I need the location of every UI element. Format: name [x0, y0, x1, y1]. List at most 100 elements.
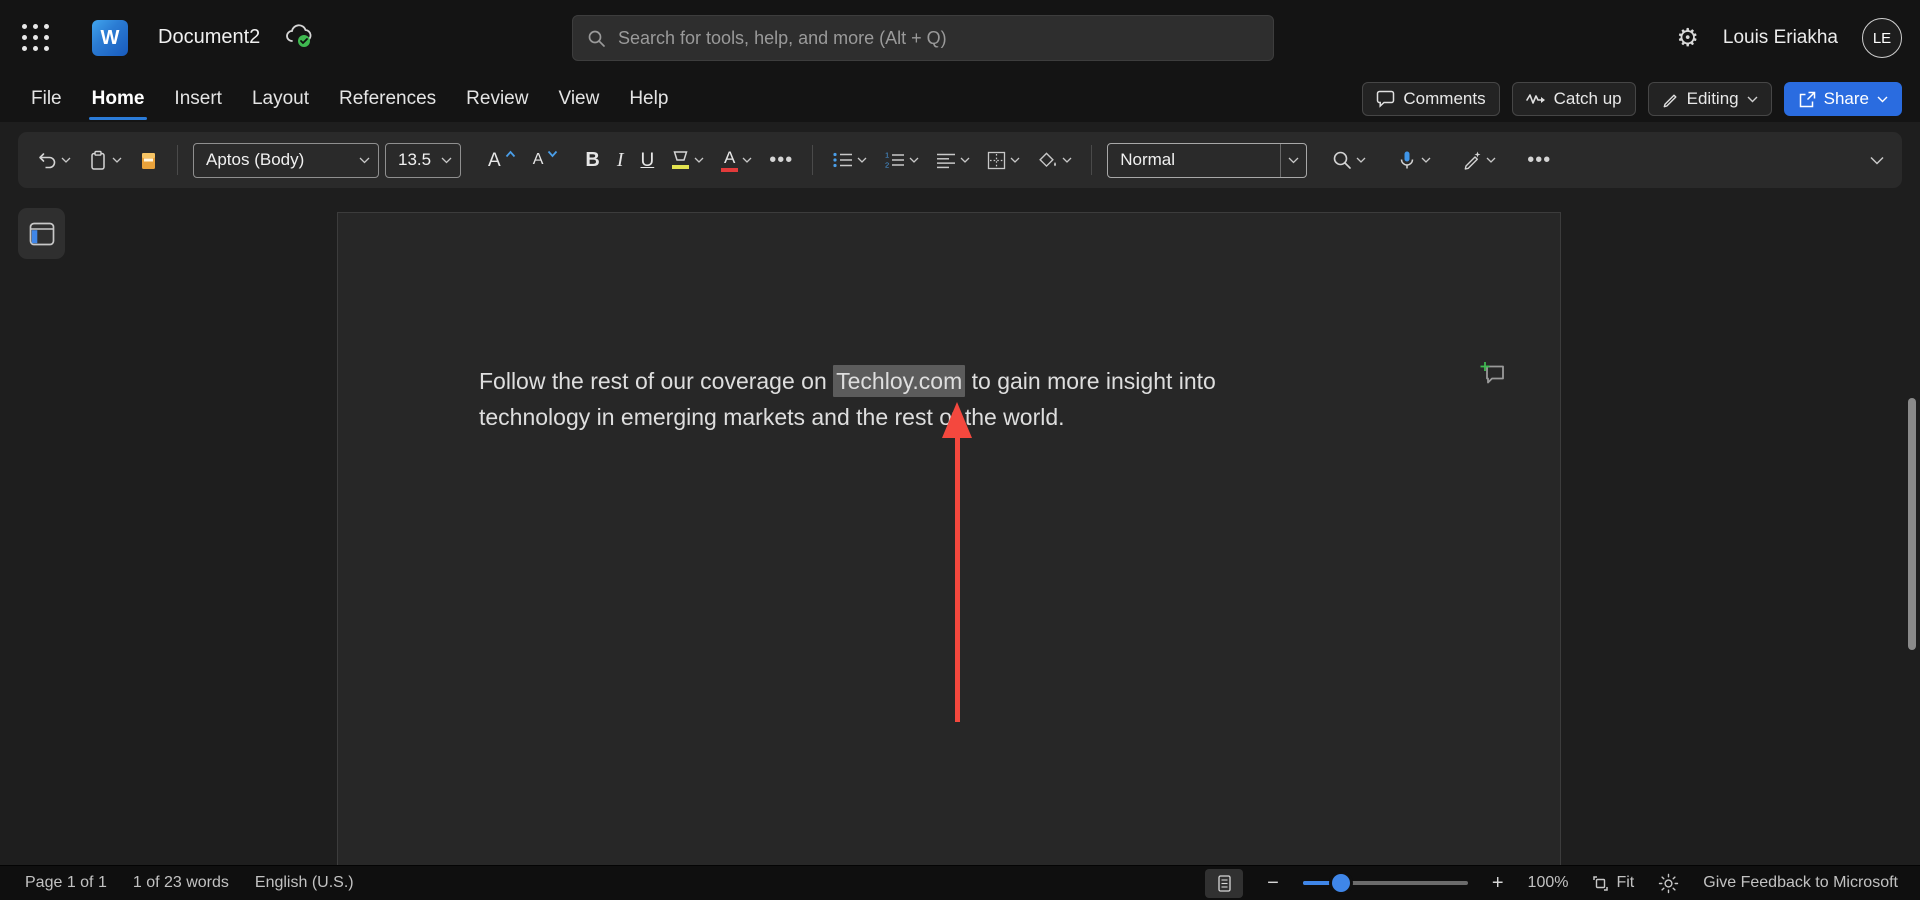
comments-button[interactable]: Comments: [1362, 82, 1499, 116]
magic-pen-icon: [1462, 150, 1482, 170]
chevron-down-icon: [857, 157, 867, 163]
search-bar[interactable]: [572, 15, 1274, 61]
topbar-right: ⚙ Louis Eriakha LE: [1676, 0, 1902, 76]
statusbar: Page 1 of 1 1 of 23 words English (U.S.)…: [0, 865, 1920, 900]
microphone-icon: [1397, 150, 1417, 171]
fit-to-page-button[interactable]: Fit: [1592, 874, 1634, 892]
tab-view[interactable]: View: [543, 76, 614, 122]
avatar[interactable]: LE: [1862, 18, 1902, 58]
search-input[interactable]: [618, 28, 1259, 49]
search-icon: [587, 29, 606, 48]
word-online-app: W Document2 ⚙ Louis Eriakha LE File Home: [0, 0, 1920, 900]
alignment-button[interactable]: [932, 147, 974, 174]
font-color-icon: A: [721, 149, 738, 172]
chevron-down-icon: [359, 157, 370, 164]
tab-references[interactable]: References: [324, 76, 451, 122]
ribbon-divider: [177, 145, 178, 175]
paint-bucket-icon: [1037, 151, 1058, 170]
underline-button[interactable]: U: [636, 146, 658, 175]
feedback-link[interactable]: Give Feedback to Microsoft: [1703, 874, 1898, 892]
menubar-actions: Comments Catch up Editing: [1362, 82, 1920, 116]
find-button[interactable]: [1328, 145, 1370, 175]
app-launcher-icon[interactable]: [22, 24, 50, 52]
bold-button[interactable]: B: [581, 145, 603, 175]
page-count[interactable]: Page 1 of 1: [25, 874, 107, 892]
chevron-down-icon: [441, 157, 452, 164]
borders-button[interactable]: [983, 146, 1024, 175]
font-name-select[interactable]: Aptos (Body): [193, 143, 379, 178]
tab-home[interactable]: Home: [77, 76, 160, 122]
svg-text:1: 1: [885, 151, 889, 160]
bullet-list-icon: [832, 151, 853, 169]
text-highlight-button[interactable]: [667, 146, 708, 174]
saved-cloud-check-icon: [284, 23, 314, 49]
editing-mode-button[interactable]: Editing: [1648, 82, 1772, 116]
tab-layout[interactable]: Layout: [237, 76, 324, 122]
format-painter-icon: [139, 150, 158, 171]
side-panel-icon: [29, 222, 55, 246]
user-name[interactable]: Louis Eriakha: [1723, 27, 1838, 49]
page-view-button[interactable]: [1205, 869, 1243, 898]
vertical-scrollbar[interactable]: [1908, 398, 1916, 650]
collapse-ribbon-button[interactable]: [1866, 151, 1888, 170]
zoom-out-button[interactable]: −: [1267, 873, 1279, 893]
undo-button[interactable]: [32, 145, 75, 175]
fit-icon: [1592, 875, 1609, 892]
add-comment-icon[interactable]: [1478, 360, 1506, 386]
document-paragraph[interactable]: Follow the rest of our coverage on Techl…: [479, 363, 1216, 435]
tab-insert[interactable]: Insert: [159, 76, 237, 122]
zoom-in-button[interactable]: +: [1492, 873, 1504, 893]
navigation-pane-toggle[interactable]: [18, 208, 65, 259]
chevron-down-icon: [1010, 157, 1020, 163]
highlighter-icon: [671, 151, 690, 169]
numbering-button[interactable]: 1 2: [880, 146, 923, 174]
writing-assistant-button[interactable]: [1458, 145, 1500, 175]
chevron-down-icon: [960, 157, 970, 163]
ribbon-toolbar: Aptos (Body) 13.5 A A B I U: [18, 132, 1902, 188]
pencil-icon: [1662, 91, 1679, 108]
tab-help[interactable]: Help: [614, 76, 683, 122]
word-logo-icon[interactable]: W: [92, 20, 128, 56]
settings-gear-icon[interactable]: ⚙: [1676, 26, 1698, 51]
ribbon-divider: [1091, 145, 1092, 175]
menu-tabs: File Home Insert Layout References Revie…: [0, 76, 683, 122]
chevron-down-icon: [909, 157, 919, 163]
document-page[interactable]: Follow the rest of our coverage on Techl…: [337, 212, 1561, 900]
grow-font-button[interactable]: A: [484, 146, 520, 175]
zoom-slider-knob[interactable]: [1332, 874, 1350, 892]
word-count[interactable]: 1 of 23 words: [133, 874, 229, 892]
chevron-down-icon: [1877, 96, 1888, 103]
zoom-level[interactable]: 100%: [1528, 874, 1569, 892]
chevron-down-icon: [694, 157, 704, 163]
tab-file[interactable]: File: [16, 76, 77, 122]
tab-review[interactable]: Review: [451, 76, 543, 122]
align-left-icon: [936, 152, 956, 169]
chevron-down-icon: [1747, 96, 1758, 103]
styles-chevron[interactable]: [1280, 144, 1306, 177]
italic-button[interactable]: I: [613, 145, 628, 175]
more-ribbon-options-button[interactable]: •••: [1523, 144, 1555, 177]
font-size-select[interactable]: 13.5: [385, 143, 461, 178]
shrink-font-button[interactable]: A: [529, 147, 563, 173]
highlighted-text[interactable]: Techloy.com: [833, 365, 965, 397]
brightness-icon[interactable]: [1658, 873, 1679, 894]
language[interactable]: English (U.S.): [255, 874, 354, 892]
share-icon: [1798, 91, 1816, 108]
document-title[interactable]: Document2: [158, 26, 260, 49]
dictate-button[interactable]: [1393, 145, 1435, 176]
more-font-options-button[interactable]: •••: [765, 144, 797, 177]
bullets-button[interactable]: [828, 146, 871, 174]
zoom-slider[interactable]: [1303, 881, 1468, 885]
document-canvas: Follow the rest of our coverage on Techl…: [0, 196, 1920, 865]
share-button[interactable]: Share: [1784, 82, 1902, 116]
topbar: W Document2 ⚙ Louis Eriakha LE: [0, 0, 1920, 76]
font-color-button[interactable]: A: [717, 144, 756, 177]
statusbar-right: − + 100% Fit: [1205, 869, 1920, 898]
shading-button[interactable]: [1033, 146, 1076, 175]
clipboard-icon: [88, 150, 108, 171]
styles-select[interactable]: Normal: [1107, 143, 1307, 178]
catch-up-button[interactable]: Catch up: [1512, 82, 1636, 116]
format-painter-button[interactable]: [135, 145, 162, 176]
comment-bubble-icon: [1376, 90, 1395, 108]
paste-button[interactable]: [84, 145, 126, 176]
